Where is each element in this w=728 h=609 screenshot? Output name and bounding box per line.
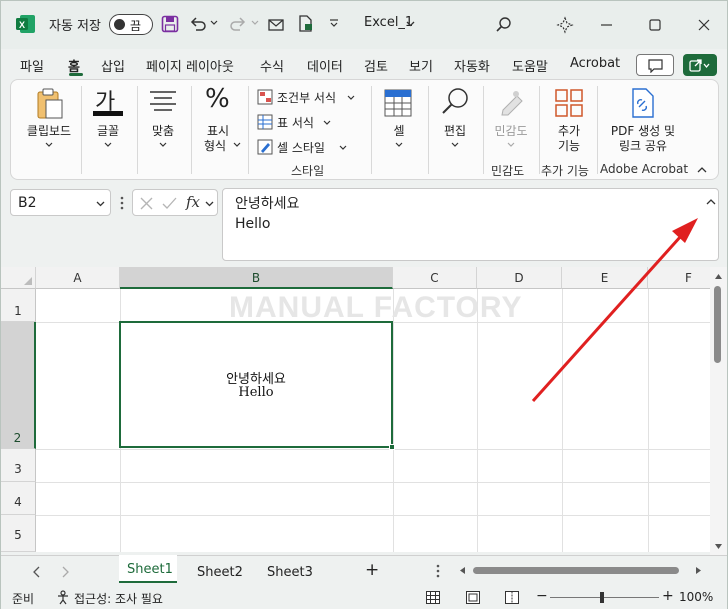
annotation-arrow-head [672, 218, 698, 243]
annotation-arrow-overlay [531, 218, 698, 403]
annotation-arrow-line [531, 234, 683, 403]
